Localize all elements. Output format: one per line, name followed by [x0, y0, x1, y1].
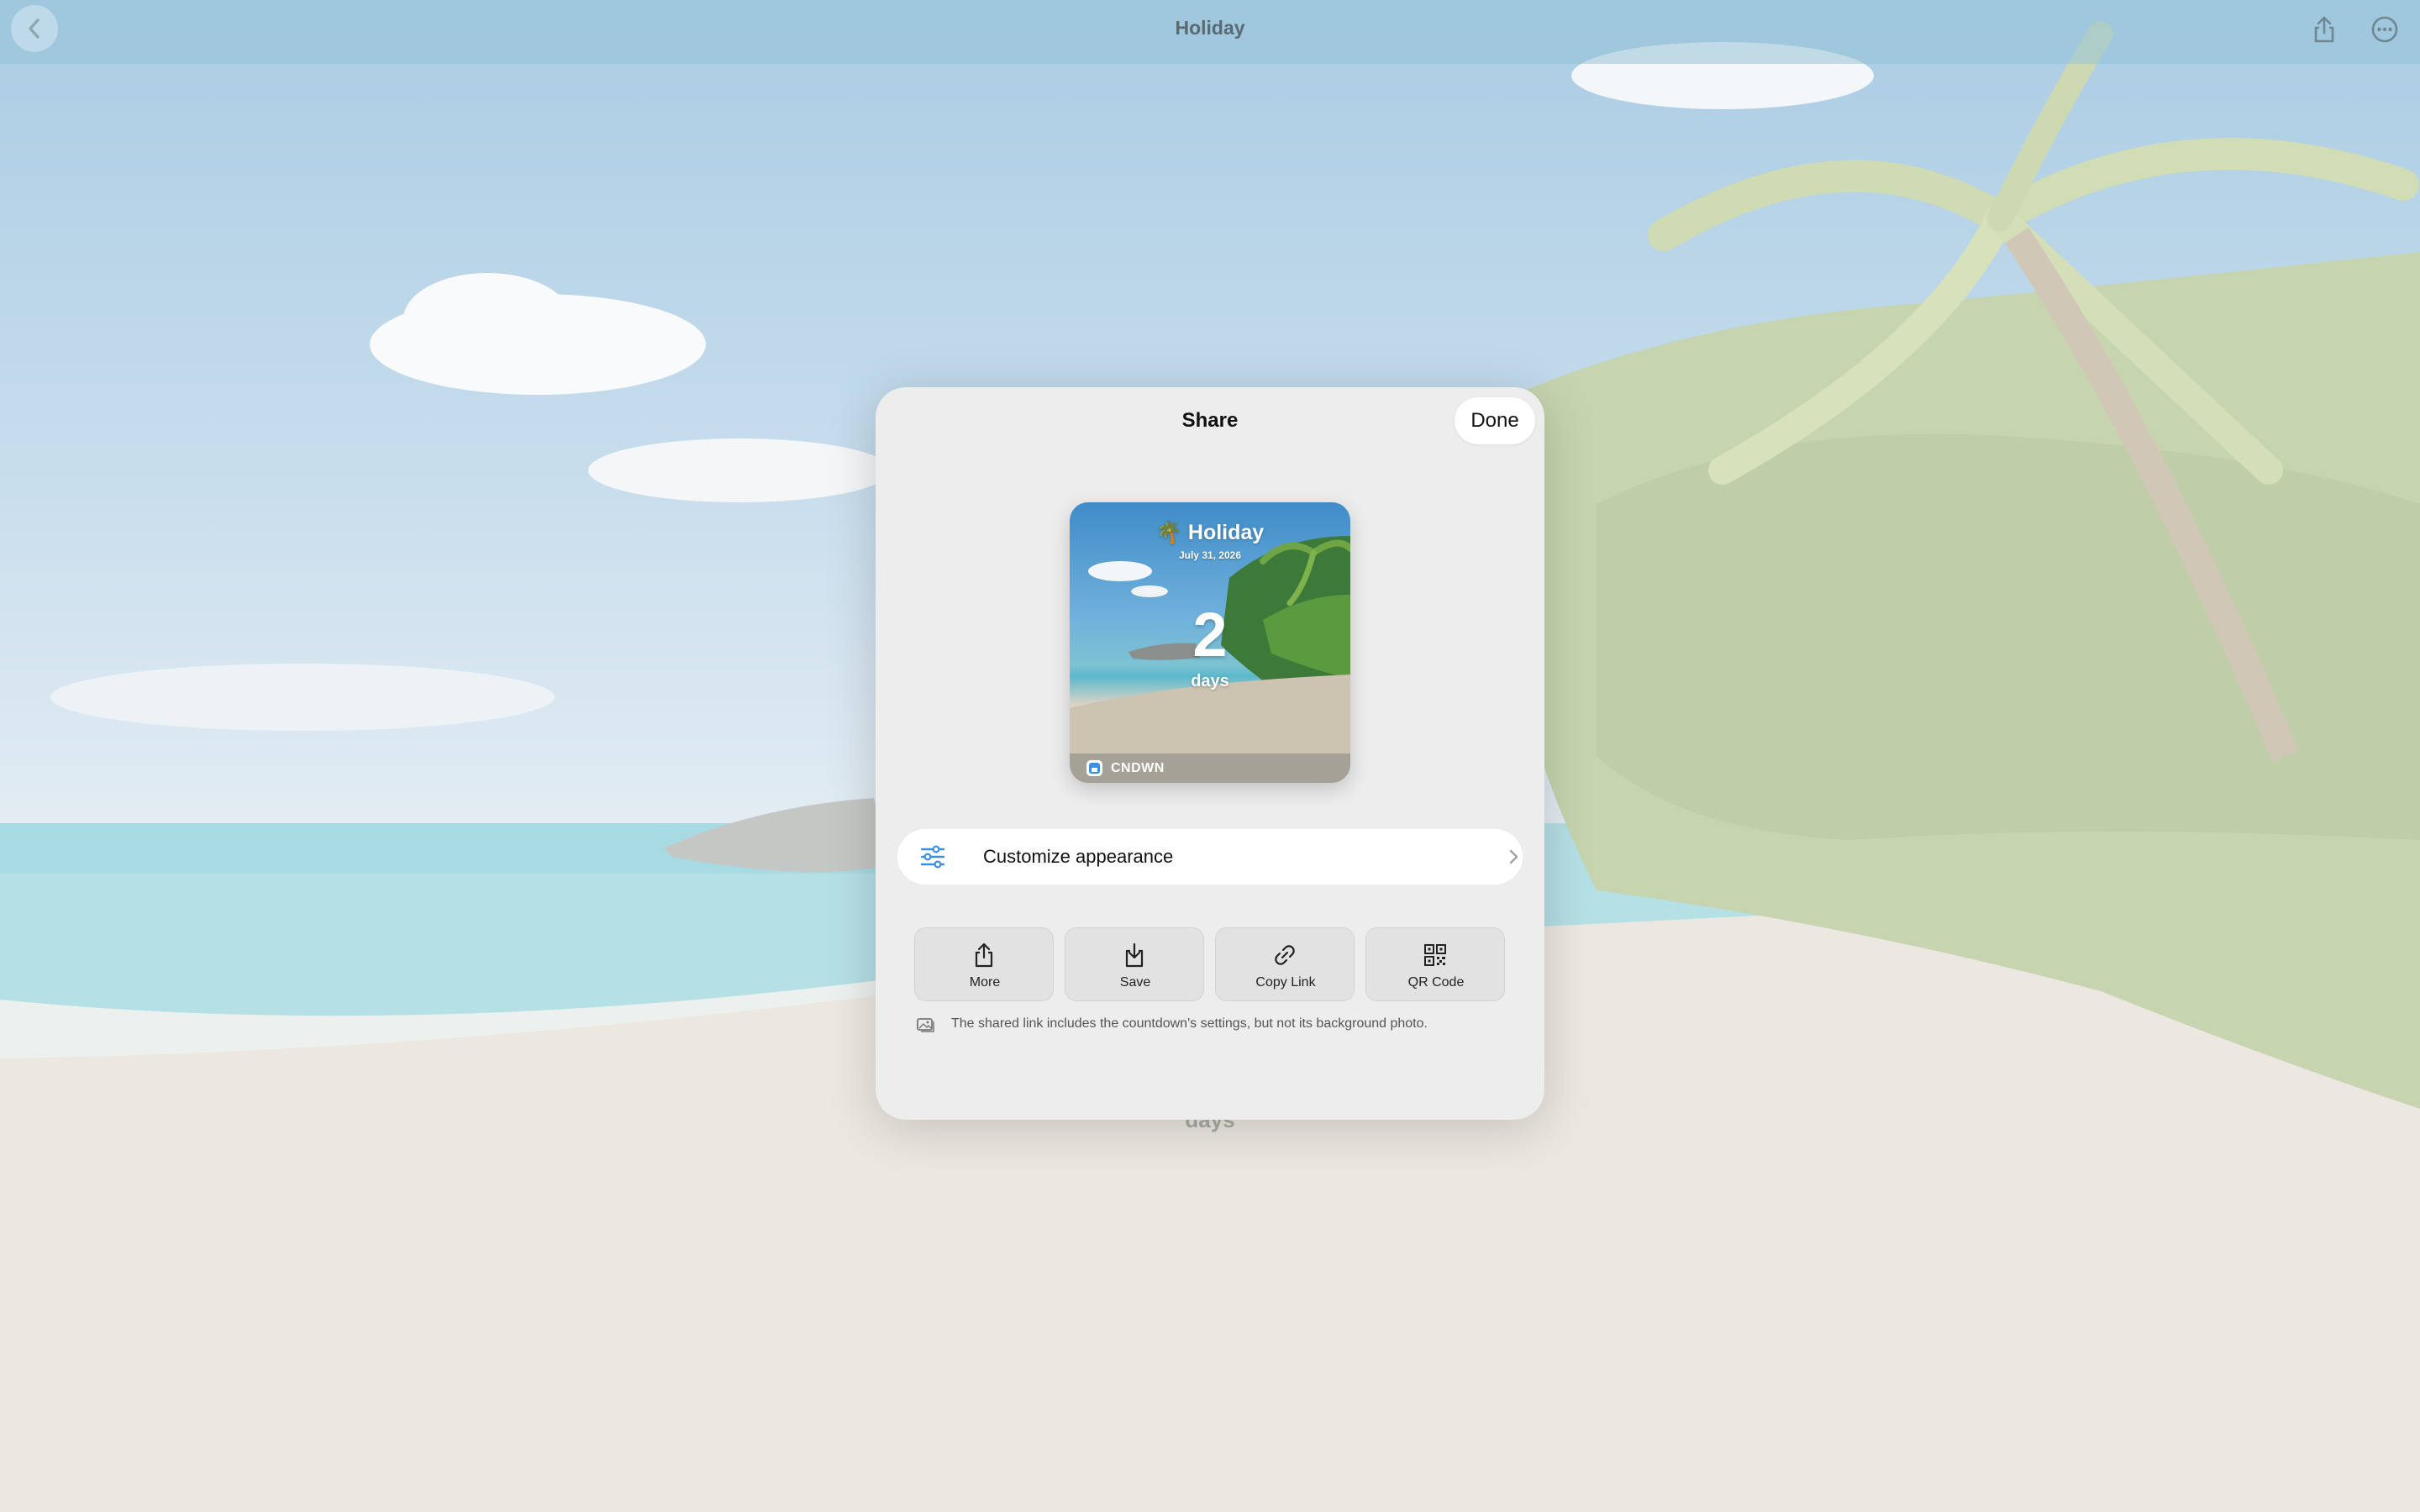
qr-code-label: QR Code: [1407, 975, 1465, 990]
share-note: The shared link includes the countdown's…: [951, 1016, 1428, 1031]
qr-code-icon: [1424, 944, 1446, 966]
sliders-icon: [920, 845, 945, 869]
share-icon: [2314, 16, 2334, 43]
chevron-right-icon: [1509, 849, 1518, 864]
preview-unit: days: [1191, 672, 1229, 690]
window-title: Holiday: [1175, 17, 1245, 39]
app-icon: [1086, 760, 1102, 776]
share-sheet: Share Done 🌴 Holiday July 31, 2026 2 day…: [876, 387, 1544, 1120]
qr-code-button[interactable]: QR Code: [1365, 927, 1505, 1001]
more-options-button[interactable]: [2365, 10, 2404, 49]
photo-icon: [917, 1018, 934, 1032]
download-icon: [1125, 942, 1144, 968]
chevron-left-icon: [29, 18, 39, 39]
sheet-title: Share: [1181, 409, 1239, 432]
preview-title: 🌴 Holiday: [1070, 521, 1350, 545]
preview-count: 2: [1192, 600, 1228, 669]
customize-appearance-label: Customize appearance: [983, 846, 1174, 867]
share-button[interactable]: [2305, 10, 2344, 49]
copy-link-button[interactable]: Copy Link: [1215, 927, 1355, 1001]
preview-brand: CNDWN: [1111, 761, 1165, 775]
done-button[interactable]: Done: [1455, 397, 1535, 444]
more-share-label: More: [969, 975, 1001, 990]
title-bar: Holiday: [0, 0, 2420, 64]
copy-link-label: Copy Link: [1255, 975, 1316, 990]
save-button[interactable]: Save: [1065, 927, 1204, 1001]
link-icon: [1275, 945, 1295, 965]
more-share-button[interactable]: More: [914, 927, 1054, 1001]
preview-footer: CNDWN: [1070, 753, 1350, 783]
ellipsis-circle-icon: [2371, 16, 2398, 43]
palm-tree-icon: 🌴: [1155, 521, 1182, 544]
back-button[interactable]: [11, 5, 58, 52]
customize-appearance-row[interactable]: Customize appearance: [897, 829, 1523, 885]
countdown-preview-card: 🌴 Holiday July 31, 2026 2 days CNDWN: [1070, 502, 1350, 783]
preview-date: July 31, 2026: [1178, 549, 1242, 561]
save-label: Save: [1119, 975, 1151, 990]
share-icon: [975, 942, 993, 968]
preview-title-text: Holiday: [1187, 521, 1265, 544]
